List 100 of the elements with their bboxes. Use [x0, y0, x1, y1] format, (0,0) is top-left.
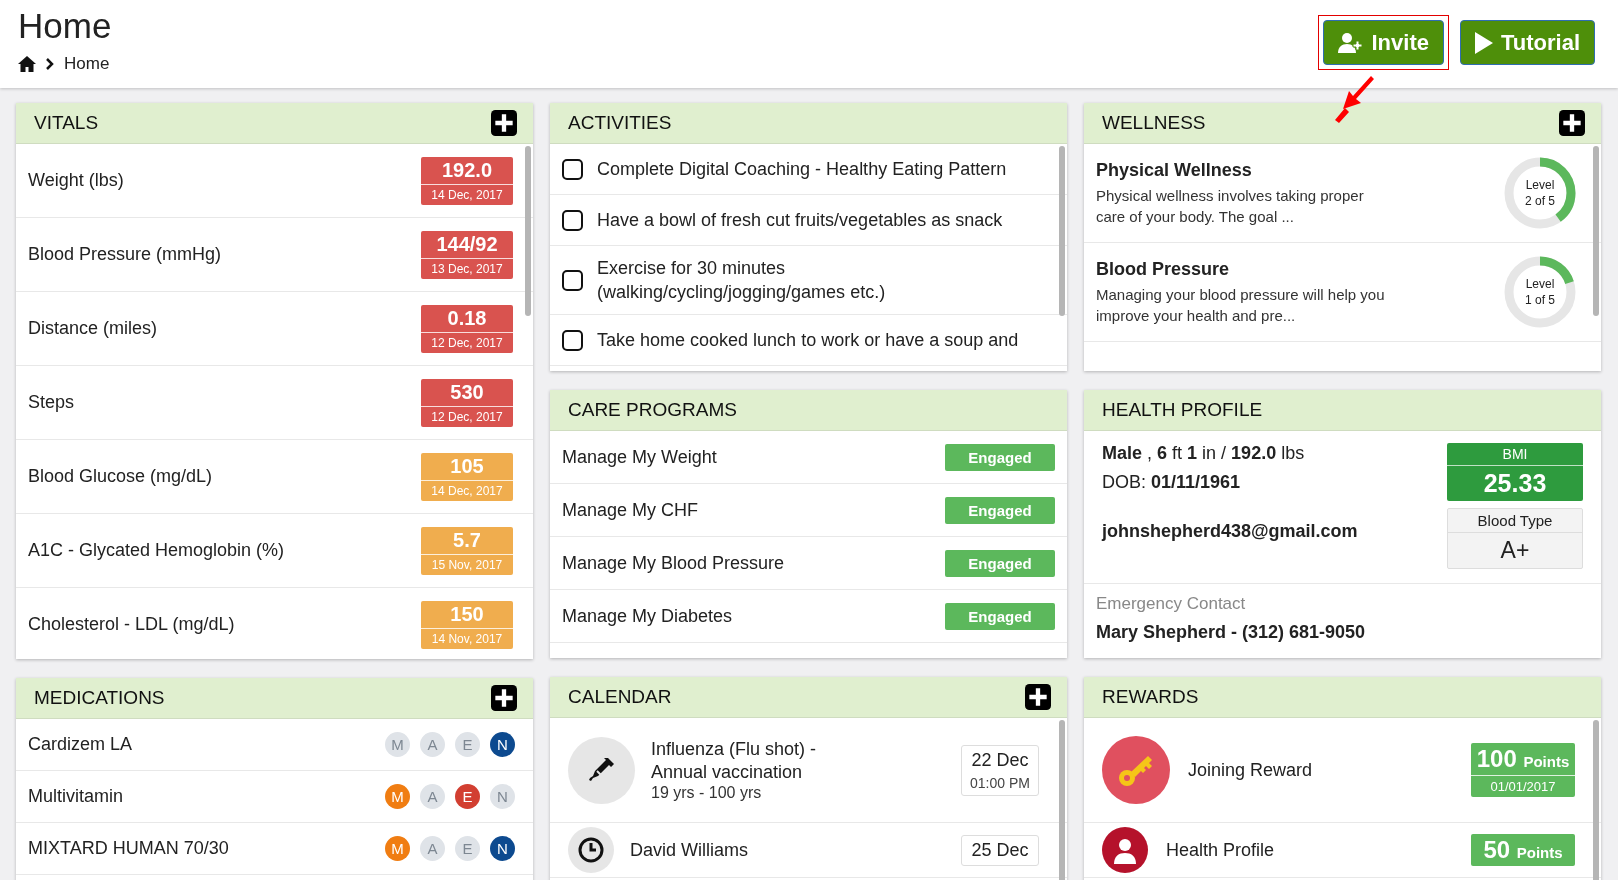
- scrollbar-thumb[interactable]: [525, 146, 531, 316]
- wellness-title[interactable]: Physical Wellness: [1096, 159, 1386, 181]
- vital-value: 192.0: [441, 157, 493, 183]
- clock-icon: [577, 836, 605, 864]
- vital-value: 150: [450, 601, 484, 627]
- dose-indicator[interactable]: N: [490, 836, 515, 861]
- points-value: 100 Points: [1476, 744, 1570, 774]
- dose-indicator[interactable]: M: [385, 732, 410, 757]
- emergency-contact-label: Emergency Contact: [1096, 594, 1247, 614]
- wellness-description: Physical wellness involves taking proper care of your body. The goal ...: [1096, 185, 1365, 227]
- vital-value: 105: [450, 453, 484, 479]
- vital-date: 13 Dec, 2017: [421, 257, 513, 279]
- level-text: 2 of 5: [1525, 193, 1555, 209]
- scrollbar-thumb[interactable]: [1593, 720, 1599, 880]
- plus-icon: [491, 685, 517, 711]
- medication-name: Multivitamin: [28, 786, 124, 807]
- program-name: Manage My Weight: [562, 446, 717, 468]
- checkbox[interactable]: [562, 209, 583, 231]
- home-icon[interactable]: [18, 56, 36, 72]
- vital-value: 5.7: [453, 527, 481, 553]
- plus-icon: [1559, 110, 1585, 136]
- scrollbar-thumb[interactable]: [1059, 720, 1065, 880]
- reward-date: 01/01/2017: [1471, 775, 1575, 797]
- bmi-label: BMI: [1447, 443, 1583, 466]
- dose-indicator[interactable]: M: [385, 836, 410, 861]
- program-name: Manage My Diabetes: [562, 605, 733, 627]
- status-badge: Engaged: [945, 496, 1055, 524]
- scrollbar-thumb[interactable]: [1059, 146, 1065, 316]
- panel-title: ACTIVITIES: [568, 112, 672, 134]
- dose-indicator[interactable]: N: [490, 732, 515, 757]
- event-date: 25 Dec: [971, 839, 1029, 861]
- add-button[interactable]: [491, 685, 517, 711]
- medication-name: MIXTARD HUMAN 70/30: [28, 838, 229, 859]
- panel-title: REWARDS: [1102, 686, 1199, 708]
- panel-title: CALENDAR: [568, 686, 672, 708]
- vital-name: Blood Glucose (mg/dL): [28, 466, 213, 487]
- vital-name: A1C - Glycated Hemoglobin (%): [28, 540, 285, 561]
- panel-title: CARE PROGRAMS: [568, 399, 737, 421]
- panel-title: WELLNESS: [1102, 112, 1206, 134]
- date-of-birth: DOB: 01/11/1961: [1102, 472, 1242, 493]
- status-badge: Engaged: [945, 443, 1055, 471]
- blood-type-label: Blood Type: [1448, 509, 1582, 533]
- checkbox[interactable]: [562, 269, 583, 291]
- event-subtitle: 19 yrs - 100 yrs: [651, 784, 763, 802]
- breadcrumb-link[interactable]: Home: [64, 54, 110, 74]
- dose-indicator[interactable]: E: [455, 784, 480, 809]
- checkbox[interactable]: [562, 158, 583, 180]
- invite-button[interactable]: Invite: [1322, 20, 1444, 65]
- vital-value: 0.18: [447, 305, 487, 331]
- dose-indicator[interactable]: E: [455, 836, 480, 861]
- vital-date: 14 Dec, 2017: [421, 183, 513, 205]
- panel-title: HEALTH PROFILE: [1102, 399, 1263, 421]
- profile-summary: Male , 6 ft 1 in / 192.0 lbs: [1102, 443, 1306, 464]
- chevron-icon: [46, 58, 54, 70]
- plus-icon: [491, 110, 517, 136]
- blood-type-value: A+: [1500, 536, 1530, 565]
- vital-name: Blood Pressure (mmHg): [28, 244, 222, 265]
- page-title: Home: [18, 6, 112, 46]
- activity-text: Complete Digital Coaching - Healthy Eating Pattern: [597, 158, 1007, 181]
- dose-indicator[interactable]: M: [385, 784, 410, 809]
- play-icon: [1474, 31, 1493, 54]
- wellness-description: Managing your blood pressure will help you improve your health and pre...: [1096, 284, 1386, 326]
- dose-indicator[interactable]: E: [455, 732, 480, 757]
- vital-name: Steps: [28, 392, 75, 413]
- dose-indicator[interactable]: A: [420, 784, 445, 809]
- add-button[interactable]: [1025, 684, 1051, 710]
- reward-name: Joining Reward: [1188, 759, 1314, 781]
- event-title[interactable]: David Williams: [630, 838, 830, 862]
- person-icon: [1111, 836, 1139, 864]
- wellness-title[interactable]: Blood Pressure: [1096, 258, 1386, 280]
- plus-icon: [1025, 684, 1051, 710]
- reward-name: Health Profile: [1166, 839, 1276, 861]
- scrollbar-thumb[interactable]: [1593, 146, 1599, 316]
- event-time: 01:00 PM: [970, 774, 1030, 791]
- level-text: 1 of 5: [1525, 292, 1555, 308]
- add-button[interactable]: [1559, 110, 1585, 136]
- vital-name: Distance (miles): [28, 318, 158, 339]
- vital-date: 12 Dec, 2017: [421, 331, 513, 353]
- vital-date: 15 Nov, 2017: [421, 553, 513, 575]
- program-name: Manage My CHF: [562, 499, 699, 521]
- vital-value: 144/92: [436, 231, 498, 257]
- activity-text: Exercise for 30 minutes (walking/cycling/jogging/games etc.): [597, 257, 887, 304]
- vital-value: 530: [450, 379, 484, 405]
- panel-title: VITALS: [34, 112, 99, 134]
- dose-indicator[interactable]: A: [420, 836, 445, 861]
- event-title[interactable]: Influenza (Flu shot) - Annual vaccination: [651, 738, 851, 784]
- dropper-icon: [587, 756, 616, 784]
- vital-name: Weight (lbs): [28, 170, 124, 191]
- status-badge: Engaged: [945, 549, 1055, 577]
- vital-date: 12 Dec, 2017: [421, 405, 513, 427]
- level-label: Level: [1525, 276, 1555, 292]
- dose-indicator[interactable]: A: [420, 732, 445, 757]
- add-button[interactable]: [491, 110, 517, 136]
- email-address: johnshepherd438@gmail.com: [1102, 521, 1358, 542]
- level-label: Level: [1525, 177, 1555, 193]
- tutorial-button[interactable]: Tutorial: [1459, 20, 1595, 65]
- event-date: 22 Dec: [971, 749, 1029, 771]
- checkbox[interactable]: [562, 329, 583, 351]
- activity-text: Take home cooked lunch to work or have a soup and: [597, 329, 1019, 352]
- dose-indicator[interactable]: N: [490, 784, 515, 809]
